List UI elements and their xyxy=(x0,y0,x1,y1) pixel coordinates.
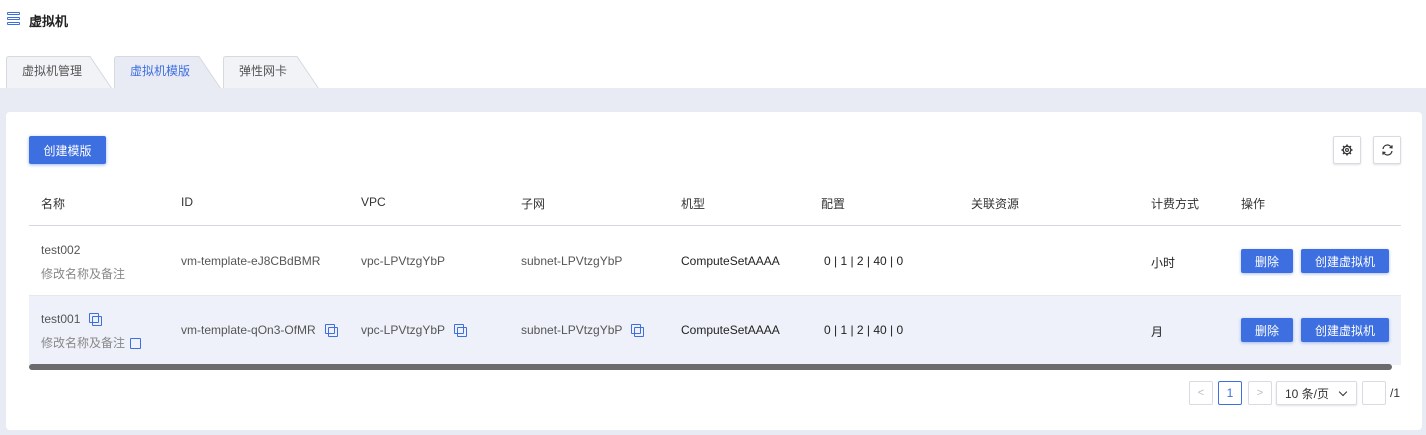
row-subnet-cell: subnet-LPVtzgYbP xyxy=(521,323,645,337)
table-row: test002 修改名称及备注 vm-template-eJ8CBdBMR vp… xyxy=(29,227,1401,296)
column-header-id: ID xyxy=(181,195,193,209)
page-size-value: 10 条/页 xyxy=(1285,386,1330,401)
row-config: 0 | 1 | 2 | 40 | 0 xyxy=(824,323,904,337)
prev-page-button[interactable]: < xyxy=(1189,381,1213,405)
row-type: ComputeSetAAAA xyxy=(681,254,780,268)
row-name: test001 xyxy=(41,312,81,326)
page-jump-input[interactable] xyxy=(1362,381,1386,405)
row-name: test002 xyxy=(41,243,81,257)
next-page-button[interactable]: > xyxy=(1248,381,1272,405)
column-header-name: 名称 xyxy=(41,197,66,211)
row-id: vm-template-qOn3-OfMR xyxy=(181,323,316,337)
row-name-cell: test001 xyxy=(41,312,103,326)
table-header-row: 名称 ID VPC 子网 机型 配置 关联资源 计费方式 操作 xyxy=(29,182,1401,226)
row-billing: 小时 xyxy=(1151,256,1176,270)
column-header-type: 机型 xyxy=(681,197,706,211)
tab-vm-template[interactable]: 虚拟机模版 xyxy=(114,56,222,89)
column-header-vpc: VPC xyxy=(361,195,386,209)
create-template-button[interactable]: 创建模版 xyxy=(29,136,106,164)
row-subnet: subnet-LPVtzgYbP xyxy=(521,323,623,337)
page-size-select[interactable]: 10 条/页 xyxy=(1276,381,1357,405)
edit-remark-link[interactable]: 修改名称及备注 xyxy=(41,334,125,351)
column-header-related: 关联资源 xyxy=(971,197,1020,211)
page-header: 虚拟机 xyxy=(0,0,1426,40)
edit-icon[interactable] xyxy=(130,338,142,349)
tab-label: 弹性网卡 xyxy=(239,64,288,78)
column-header-subnet: 子网 xyxy=(521,197,546,211)
menu-icon xyxy=(7,12,20,26)
chevron-down-icon xyxy=(1338,387,1348,397)
copy-icon[interactable] xyxy=(324,324,338,337)
table-row: test001 修改名称及备注 vm-template-qOn3-OfMR vp… xyxy=(29,296,1401,365)
delete-button[interactable]: 删除 xyxy=(1241,249,1293,273)
row-config: 0 | 1 | 2 | 40 | 0 xyxy=(824,254,904,268)
tab-label: 虚拟机管理 xyxy=(22,64,83,78)
copy-icon[interactable] xyxy=(631,324,645,337)
page-title: 虚拟机 xyxy=(29,14,69,29)
horizontal-scrollbar[interactable] xyxy=(29,364,1392,370)
row-vpc: vpc-LPVtzgYbP xyxy=(361,323,446,337)
create-vm-button[interactable]: 创建虚拟机 xyxy=(1301,318,1389,342)
row-billing: 月 xyxy=(1151,325,1164,339)
gear-icon xyxy=(1341,144,1353,156)
edit-remark-link[interactable]: 修改名称及备注 xyxy=(41,265,125,282)
tab-elastic-nic[interactable]: 弹性网卡 xyxy=(223,56,320,89)
edit-remark-cell[interactable]: 修改名称及备注 xyxy=(41,334,142,351)
settings-button[interactable] xyxy=(1333,136,1361,164)
page-total: /1 xyxy=(1390,386,1401,400)
delete-button[interactable]: 删除 xyxy=(1241,318,1293,342)
refresh-icon xyxy=(1381,144,1393,156)
current-page[interactable]: 1 xyxy=(1218,381,1242,405)
copy-icon[interactable] xyxy=(454,324,468,337)
row-vpc: vpc-LPVtzgYbP xyxy=(361,254,446,268)
row-id: vm-template-eJ8CBdBMR xyxy=(181,254,321,268)
row-vpc-cell: vpc-LPVtzgYbP xyxy=(361,323,468,337)
tab-vm-management[interactable]: 虚拟机管理 xyxy=(6,56,113,89)
create-vm-button[interactable]: 创建虚拟机 xyxy=(1301,249,1389,273)
column-header-billing: 计费方式 xyxy=(1151,197,1200,211)
column-header-config: 配置 xyxy=(821,197,846,211)
tab-label: 虚拟机模版 xyxy=(130,64,191,78)
column-header-actions: 操作 xyxy=(1241,197,1266,211)
tab-bar: 虚拟机管理 虚拟机模版 弹性网卡 xyxy=(0,56,1426,89)
refresh-button[interactable] xyxy=(1373,136,1401,164)
row-id-cell: vm-template-qOn3-OfMR xyxy=(181,323,338,337)
row-type: ComputeSetAAAA xyxy=(681,323,780,337)
row-subnet: subnet-LPVtzgYbP xyxy=(521,254,623,268)
copy-icon[interactable] xyxy=(89,313,103,326)
